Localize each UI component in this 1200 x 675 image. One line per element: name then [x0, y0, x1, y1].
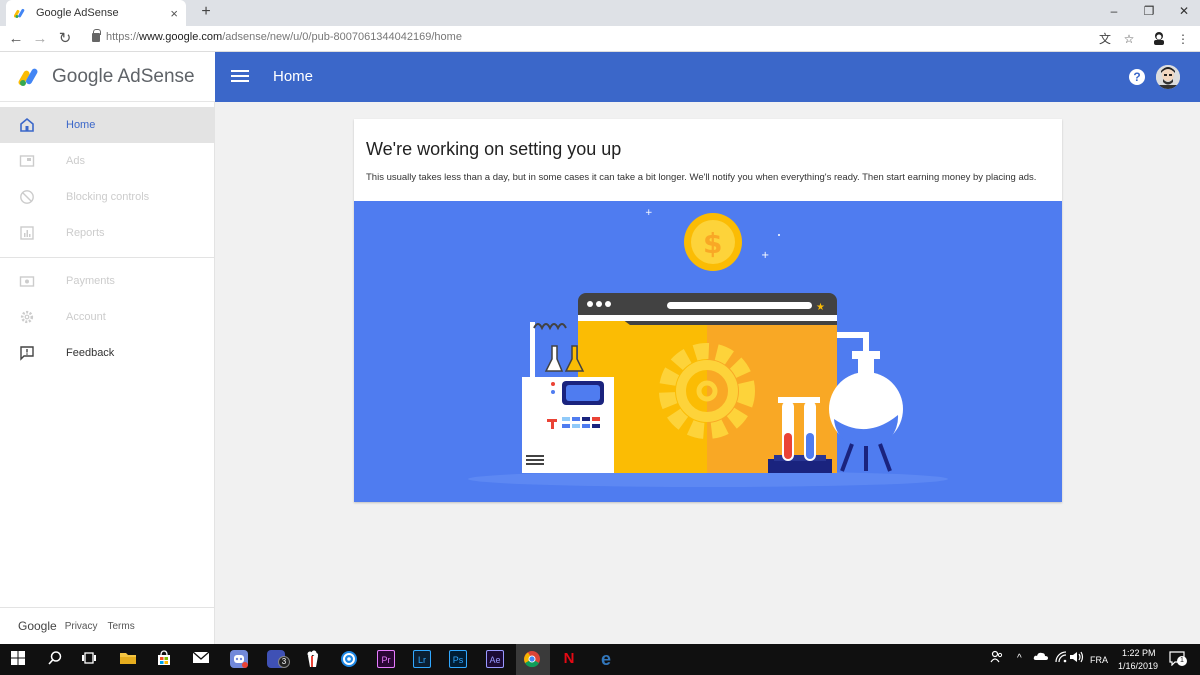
translate-icon[interactable]: 文: [1097, 31, 1113, 47]
hamburger-menu-icon[interactable]: [231, 68, 249, 86]
popcorn-icon[interactable]: [304, 650, 322, 668]
lab-illustration-image: + + $ ★: [354, 201, 1062, 502]
sidebar-item-label: Ads: [66, 155, 85, 167]
sidebar-item-label: Account: [66, 311, 106, 323]
ads-icon: [19, 155, 35, 167]
payments-icon: [19, 276, 35, 287]
mail-icon[interactable]: [192, 650, 210, 668]
store-icon[interactable]: [155, 650, 173, 668]
edge-icon[interactable]: e: [597, 650, 615, 668]
sidebar-divider: [0, 257, 215, 258]
setup-illustration: + + $ ★: [354, 201, 1062, 502]
forward-icon[interactable]: →: [31, 30, 49, 48]
netflix-icon[interactable]: N: [560, 650, 578, 668]
profile-icon[interactable]: [1151, 31, 1167, 47]
svg-text:+: +: [645, 208, 653, 218]
sidebar: Home Ads Blocking controls Reports Payme…: [0, 102, 215, 644]
tab-title: Google AdSense: [36, 7, 119, 19]
url-host: www.google.com: [139, 31, 223, 43]
sidebar-footer: Google Privacy Terms: [0, 607, 215, 644]
address-bar-row: ← → ↻ https://www.google.com/adsense/new…: [0, 26, 1200, 52]
app-header: Home ?: [215, 52, 1200, 102]
bookmark-star-icon[interactable]: ☆: [1121, 31, 1137, 47]
block-icon: [20, 190, 34, 204]
chrome-menu-icon[interactable]: ⋮: [1175, 31, 1191, 47]
url-path: /adsense/new/u/0/pub-8007061344042169/ho…: [222, 31, 462, 43]
people-icon[interactable]: [988, 650, 1006, 668]
tray-chevron-icon[interactable]: ^: [1017, 653, 1022, 664]
uplay-icon[interactable]: [340, 650, 358, 668]
home-icon: [20, 117, 34, 132]
sidebar-item-payments[interactable]: Payments: [0, 263, 215, 299]
svg-text:★: ★: [816, 302, 825, 313]
avatar[interactable]: [1156, 65, 1180, 89]
svg-text:+: +: [761, 250, 769, 261]
maximize-button[interactable]: ❐: [1139, 4, 1159, 18]
sidebar-item-feedback[interactable]: Feedback: [0, 335, 215, 371]
windows-taskbar: 3 Pr Lr Ps Ae N e ^ FRA 1:22 PM 1/16/201…: [0, 644, 1200, 675]
adsense-favicon-icon: [14, 8, 25, 18]
card-description: This usually takes less than a day, but …: [366, 172, 1037, 183]
terms-link[interactable]: Terms: [108, 621, 135, 632]
back-icon[interactable]: ←: [7, 30, 25, 48]
svg-text:$: $: [703, 227, 722, 260]
onedrive-icon[interactable]: [1032, 650, 1050, 668]
file-explorer-icon[interactable]: [119, 650, 137, 668]
sidebar-item-label: Payments: [66, 275, 115, 287]
notification-center-icon[interactable]: 1: [1168, 650, 1187, 668]
footer-google: Google: [18, 619, 57, 633]
language-indicator[interactable]: FRA: [1090, 655, 1108, 665]
tab-close-icon[interactable]: ×: [170, 6, 178, 21]
logo-text: Google AdSense: [52, 65, 195, 87]
sidebar-item-ads[interactable]: Ads: [0, 143, 215, 179]
reports-icon: [20, 226, 34, 240]
instagram-icon[interactable]: 3: [267, 650, 290, 668]
lightroom-icon[interactable]: Lr: [413, 650, 431, 668]
sidebar-item-home[interactable]: Home: [0, 107, 215, 143]
sidebar-item-account[interactable]: Account: [0, 299, 215, 335]
url-field[interactable]: https://www.google.com/adsense/new/u/0/p…: [92, 28, 462, 43]
photoshop-icon[interactable]: Ps: [449, 650, 467, 668]
after-effects-icon[interactable]: Ae: [486, 650, 504, 668]
sidebar-item-label: Feedback: [66, 347, 115, 359]
card-title: We're working on setting you up: [366, 139, 622, 159]
browser-tab-strip: Google AdSense × + – ❐ ✕: [0, 0, 1200, 26]
sidebar-item-blocking-controls[interactable]: Blocking controls: [0, 179, 215, 215]
sidebar-item-label: Blocking controls: [66, 191, 150, 203]
discord-icon[interactable]: [230, 650, 248, 668]
task-view-icon[interactable]: [80, 650, 98, 668]
gear-icon: [20, 310, 34, 324]
new-tab-button[interactable]: +: [196, 3, 216, 21]
volume-icon[interactable]: [1068, 650, 1086, 668]
clock-date[interactable]: 1/16/2019: [1118, 661, 1158, 671]
adsense-logo[interactable]: Google AdSense: [0, 52, 215, 102]
setup-card: We're working on setting you up This usu…: [354, 119, 1062, 502]
url-prefix: https://: [106, 31, 140, 43]
close-window-button[interactable]: ✕: [1174, 4, 1194, 18]
clock-time[interactable]: 1:22 PM: [1122, 648, 1156, 658]
notification-count: 1: [1177, 656, 1187, 666]
instagram-badge: 3: [278, 656, 290, 668]
help-icon[interactable]: ?: [1129, 69, 1145, 85]
feedback-icon: [20, 346, 34, 361]
search-icon[interactable]: [46, 650, 64, 668]
page-title: Home: [273, 68, 314, 85]
chrome-icon[interactable]: [523, 650, 541, 668]
privacy-link[interactable]: Privacy: [65, 621, 98, 632]
adsense-logo-icon: [18, 68, 38, 86]
sidebar-item-label: Home: [66, 119, 96, 131]
reload-icon[interactable]: ↻: [56, 30, 74, 48]
sidebar-item-reports[interactable]: Reports: [0, 215, 215, 251]
minimize-button[interactable]: –: [1104, 4, 1124, 18]
sidebar-item-label: Reports: [66, 227, 105, 239]
premiere-icon[interactable]: Pr: [377, 650, 395, 668]
lock-icon: [92, 28, 101, 42]
browser-tab[interactable]: Google AdSense ×: [6, 0, 186, 26]
windows-start-icon[interactable]: [9, 650, 27, 668]
